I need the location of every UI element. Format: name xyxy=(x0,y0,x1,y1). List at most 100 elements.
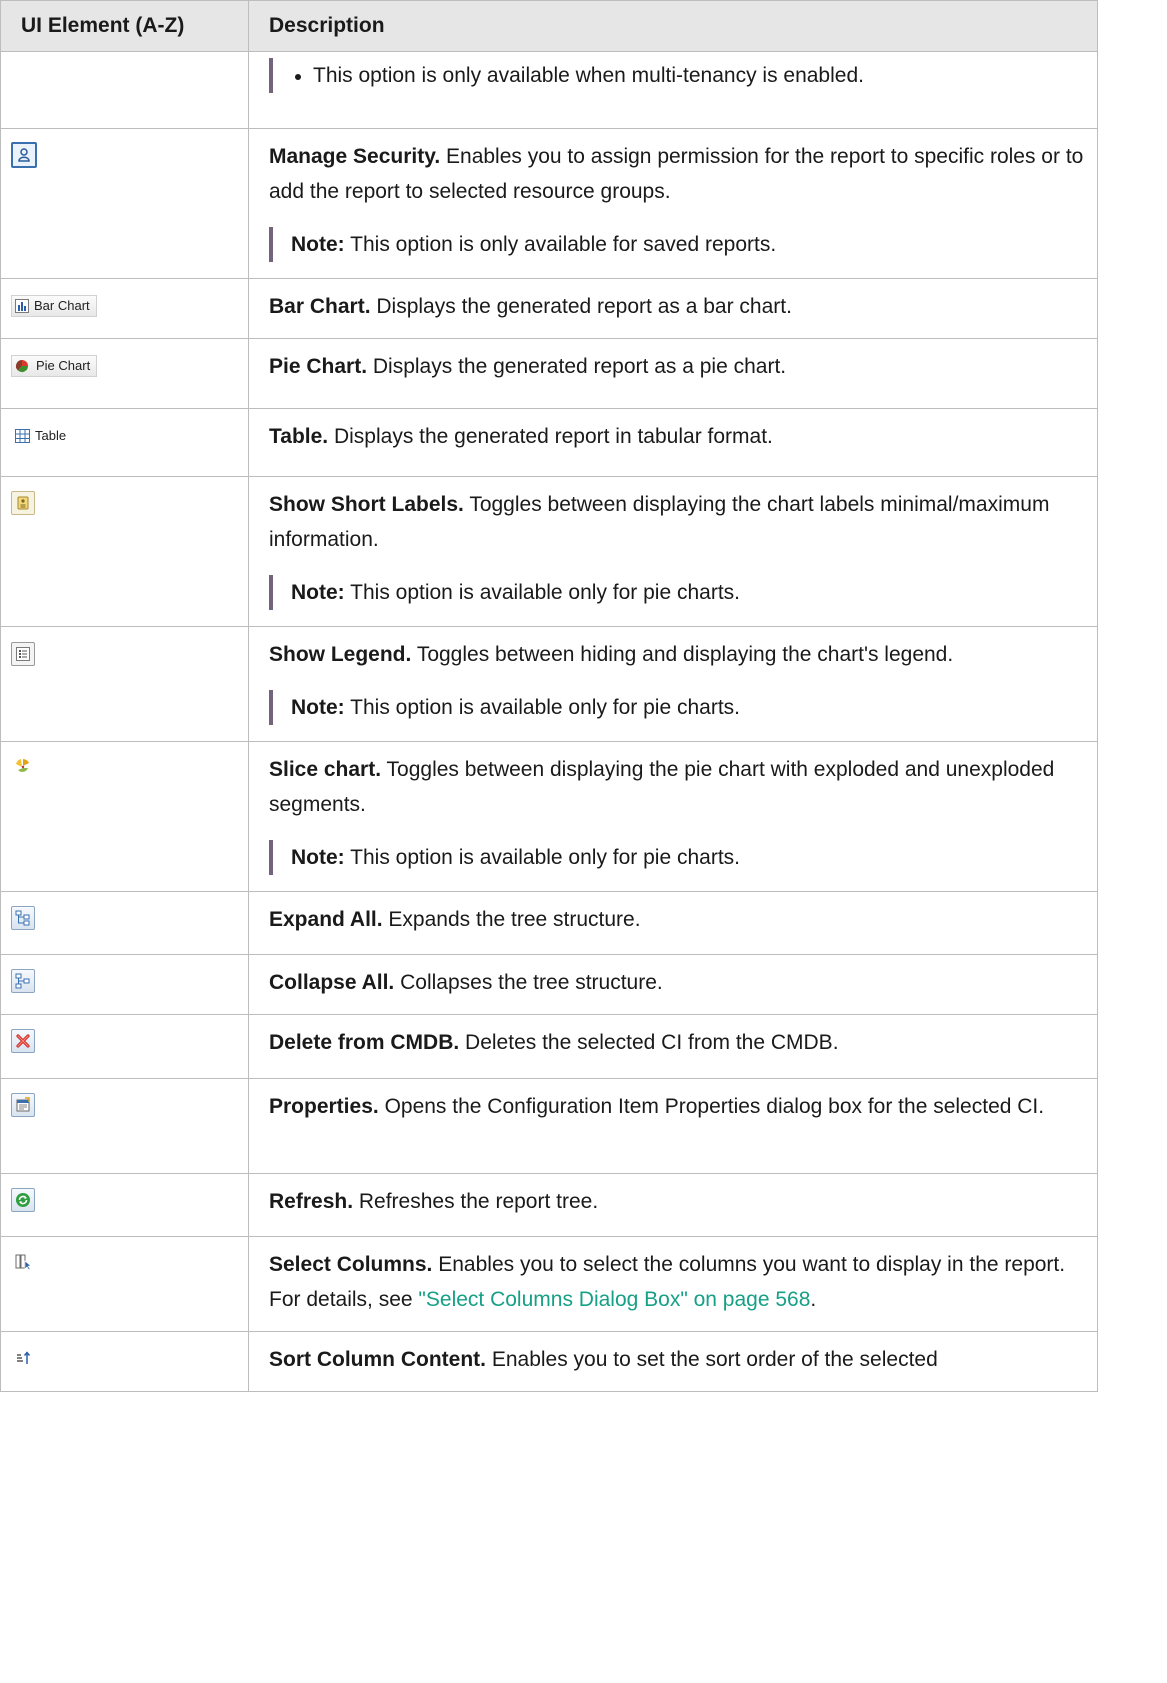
note-label: Note: xyxy=(291,233,345,256)
note-block: Note: This option is only available for … xyxy=(269,227,1089,262)
element-title: Select Columns. xyxy=(269,1253,433,1276)
properties-icon xyxy=(11,1093,35,1117)
element-title: Collapse All. xyxy=(269,971,395,994)
description-cell: Manage Security. Enables you to assign p… xyxy=(248,128,1098,279)
note-text: This option is only available for saved … xyxy=(350,233,777,256)
ui-element-cell: Table xyxy=(0,408,249,477)
element-title: Bar Chart. xyxy=(269,295,371,318)
element-description: Opens the Configuration Item Properties … xyxy=(384,1095,1045,1118)
description-cell: Table. Displays the generated report in … xyxy=(248,408,1098,477)
description-cell: Select Columns. Enables you to select th… xyxy=(248,1236,1098,1332)
ui-element-cell xyxy=(0,1078,249,1174)
table-row: Select Columns. Enables you to select th… xyxy=(0,1236,1098,1332)
description-cell: Show Legend. Toggles between hiding and … xyxy=(248,626,1098,742)
element-title: Show Short Labels. xyxy=(269,493,464,516)
table-button-label: Table xyxy=(35,428,67,443)
description-cell: Collapse All. Collapses the tree structu… xyxy=(248,954,1098,1015)
element-description: Toggles between hiding and displaying th… xyxy=(416,643,954,666)
slice-chart-icon xyxy=(11,754,35,778)
note-block: Note: This option is available only for … xyxy=(269,690,1089,725)
bar-chart-button: Bar Chart xyxy=(11,295,97,317)
sort-column-icon xyxy=(11,1346,35,1370)
element-description: Displays the generated report in tabular… xyxy=(333,425,773,448)
table-row: Collapse All. Collapses the tree structu… xyxy=(0,954,1098,1015)
table-row: Sort Column Content. Enables you to set … xyxy=(0,1331,1098,1392)
legend-icon xyxy=(11,642,35,666)
refresh-icon xyxy=(11,1188,35,1212)
element-description: Expands the tree structure. xyxy=(388,908,641,931)
element-title: Refresh. xyxy=(269,1190,354,1213)
note-text: This option is available only for pie ch… xyxy=(350,696,741,719)
table-row: Slice chart. Toggles between displaying … xyxy=(0,741,1098,892)
element-title: Pie Chart. xyxy=(269,355,368,378)
element-description: Refreshes the report tree. xyxy=(358,1190,599,1213)
ui-element-cell xyxy=(0,1014,249,1079)
element-description: Collapses the tree structure. xyxy=(400,971,663,994)
element-description: Displays the generated report as a pie c… xyxy=(372,355,787,378)
select-columns-dialog-link[interactable]: "Select Columns Dialog Box" on page 568 xyxy=(418,1288,810,1311)
bar-chart-button-label: Bar Chart xyxy=(34,298,90,313)
note-block: Note: This option is available only for … xyxy=(269,840,1089,875)
element-description: Deletes the selected CI from the CMDB. xyxy=(465,1031,839,1054)
sentence-end: . xyxy=(810,1288,817,1311)
manage-security-icon xyxy=(11,142,37,168)
ui-element-cell xyxy=(0,476,249,627)
element-title: Sort Column Content. xyxy=(269,1348,486,1371)
ui-element-cell xyxy=(0,954,249,1015)
note-block: This option is only available when multi… xyxy=(269,58,1089,93)
description-cell: Bar Chart. Displays the generated report… xyxy=(248,278,1098,339)
ui-element-cell xyxy=(0,891,249,955)
description-cell: Slice chart. Toggles between displaying … xyxy=(248,741,1098,892)
element-title: Manage Security. xyxy=(269,145,441,168)
table-button: Table xyxy=(11,425,73,447)
delete-icon xyxy=(11,1029,35,1053)
ui-element-cell xyxy=(0,128,249,279)
table-row: Table Table. Displays the generated repo… xyxy=(0,408,1098,477)
description-cell: Expand All. Expands the tree structure. xyxy=(248,891,1098,955)
table-row: Show Legend. Toggles between hiding and … xyxy=(0,626,1098,742)
description-cell: Properties. Opens the Configuration Item… xyxy=(248,1078,1098,1174)
ui-element-cell xyxy=(0,51,249,129)
element-title: Expand All. xyxy=(269,908,383,931)
table-row: Refresh. Refreshes the report tree. xyxy=(0,1173,1098,1237)
element-title: Show Legend. xyxy=(269,643,412,666)
description-cell: Refresh. Refreshes the report tree. xyxy=(248,1173,1098,1237)
pie-chart-icon xyxy=(15,359,29,373)
element-description: Displays the generated report as a bar c… xyxy=(376,295,792,318)
pie-chart-button: Pie Chart xyxy=(11,355,98,377)
element-description: Toggles between displaying the pie chart… xyxy=(269,758,1055,816)
element-title: Delete from CMDB. xyxy=(269,1031,460,1054)
note-label: Note: xyxy=(291,581,345,604)
element-title: Slice chart. xyxy=(269,758,382,781)
description-cell: Pie Chart. Displays the generated report… xyxy=(248,338,1098,409)
note-text: This option is available only for pie ch… xyxy=(350,581,741,604)
table-row: This option is only available when multi… xyxy=(0,51,1098,129)
table-row: Manage Security. Enables you to assign p… xyxy=(0,128,1098,279)
short-labels-icon xyxy=(11,491,35,515)
element-description: Enables you to set the sort order of the… xyxy=(491,1348,938,1371)
ui-element-cell xyxy=(0,626,249,742)
bar-chart-icon xyxy=(15,299,29,313)
table-row: Expand All. Expands the tree structure. xyxy=(0,891,1098,955)
pie-chart-button-label: Pie Chart xyxy=(36,358,91,373)
description-cell: Show Short Labels. Toggles between displ… xyxy=(248,476,1098,627)
ui-elements-table: UI Element (A-Z) Description This option… xyxy=(0,0,1098,1392)
table-row: Pie Chart Pie Chart. Displays the genera… xyxy=(0,338,1098,409)
table-header-row: UI Element (A-Z) Description xyxy=(0,0,1098,52)
ui-element-cell xyxy=(0,1236,249,1332)
ui-element-cell xyxy=(0,741,249,892)
table-icon xyxy=(15,429,30,443)
collapse-all-icon xyxy=(11,969,35,993)
note-bullet: This option is only available when multi… xyxy=(291,58,1089,93)
table-row: Bar Chart Bar Chart. Displays the genera… xyxy=(0,278,1098,339)
note-block: Note: This option is available only for … xyxy=(269,575,1089,610)
note-label: Note: xyxy=(291,846,345,869)
note-label: Note: xyxy=(291,696,345,719)
expand-all-icon xyxy=(11,906,35,930)
column-header-description: Description xyxy=(248,0,1098,52)
element-title: Table. xyxy=(269,425,329,448)
column-header-ui-element: UI Element (A-Z) xyxy=(0,0,249,52)
description-cell: Delete from CMDB. Deletes the selected C… xyxy=(248,1014,1098,1079)
element-title: Properties. xyxy=(269,1095,379,1118)
ui-element-cell xyxy=(0,1173,249,1237)
